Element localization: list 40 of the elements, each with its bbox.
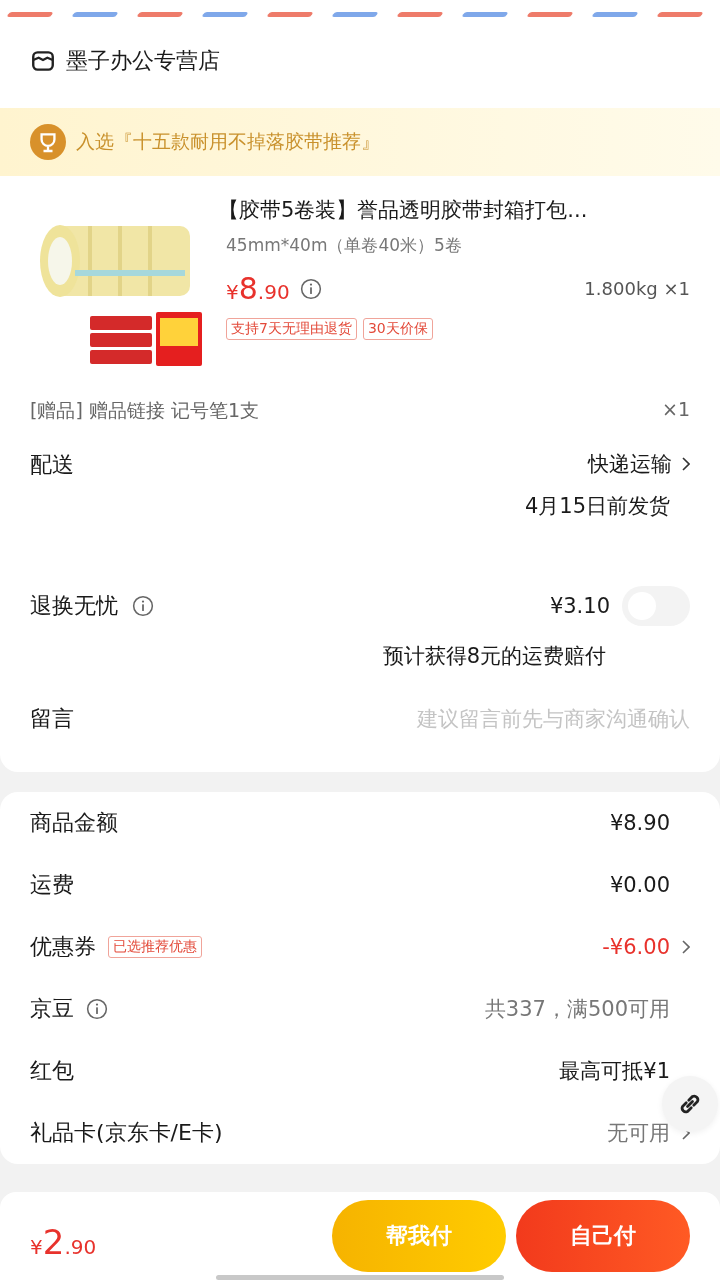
summary-label: 礼品卡(京东卡/E卡): [30, 1119, 223, 1147]
returns-label: 退换无忧: [30, 592, 118, 620]
info-icon[interactable]: [299, 277, 322, 300]
returns-price: ¥3.10: [549, 594, 610, 618]
store-icon: [30, 48, 56, 74]
weight-quantity: 1.800kg ×1: [584, 278, 690, 299]
summary-value: 无可用: [607, 1120, 670, 1147]
gift-quantity: ×1: [662, 398, 690, 422]
summary-label: 优惠券: [30, 933, 96, 961]
trophy-icon: [30, 124, 66, 160]
product-price: ¥8.90: [226, 271, 290, 306]
store-name[interactable]: 墨子办公专营店: [66, 46, 220, 76]
summary-value: 共337，满500可用: [484, 996, 670, 1023]
summary-value: ¥0.00: [609, 873, 670, 897]
coupon-tag: 已选推荐优惠: [108, 936, 202, 958]
service-tag: 30天价保: [362, 318, 433, 340]
service-tag: 支持7天无理由退货: [226, 318, 357, 340]
summary-value: ¥8.90: [609, 811, 670, 835]
product-spec: 45mm*40m（单卷40米）5卷: [226, 234, 463, 257]
summary-label: 红包: [30, 1057, 74, 1085]
pay-button[interactable]: 自己付: [516, 1200, 690, 1272]
delivery-label: 配送: [30, 451, 74, 479]
summary-value: 最高可抵¥1: [559, 1058, 670, 1085]
compensation-note: 预计获得8元的运费赔付: [381, 643, 607, 670]
summary-label: 运费: [30, 871, 74, 899]
info-icon[interactable]: [132, 595, 154, 617]
summary-value: -¥6.00: [602, 935, 670, 959]
product-title[interactable]: 【胶带5卷装】誉品透明胶带封箱打包...: [218, 196, 690, 224]
banner-text: 入选『十五款耐用不掉落胶带推荐』: [76, 129, 380, 154]
summary-label: 京豆: [30, 995, 74, 1023]
total-price: ¥2.90: [30, 1222, 97, 1262]
ship-date: 4月15日前发货: [524, 493, 670, 520]
message-field[interactable]: 建议留言前先与商家沟通确认: [310, 707, 690, 731]
chevron-icon: [682, 457, 690, 471]
gift-item: [赠品] 赠品链接 记号笔1支: [30, 398, 259, 423]
message-label: 留言: [30, 705, 74, 733]
delivery-method[interactable]: 快递运输: [588, 450, 672, 478]
info-icon[interactable]: [86, 998, 108, 1020]
chevron-icon: [682, 940, 690, 954]
summary-label: 商品金额: [30, 809, 118, 837]
